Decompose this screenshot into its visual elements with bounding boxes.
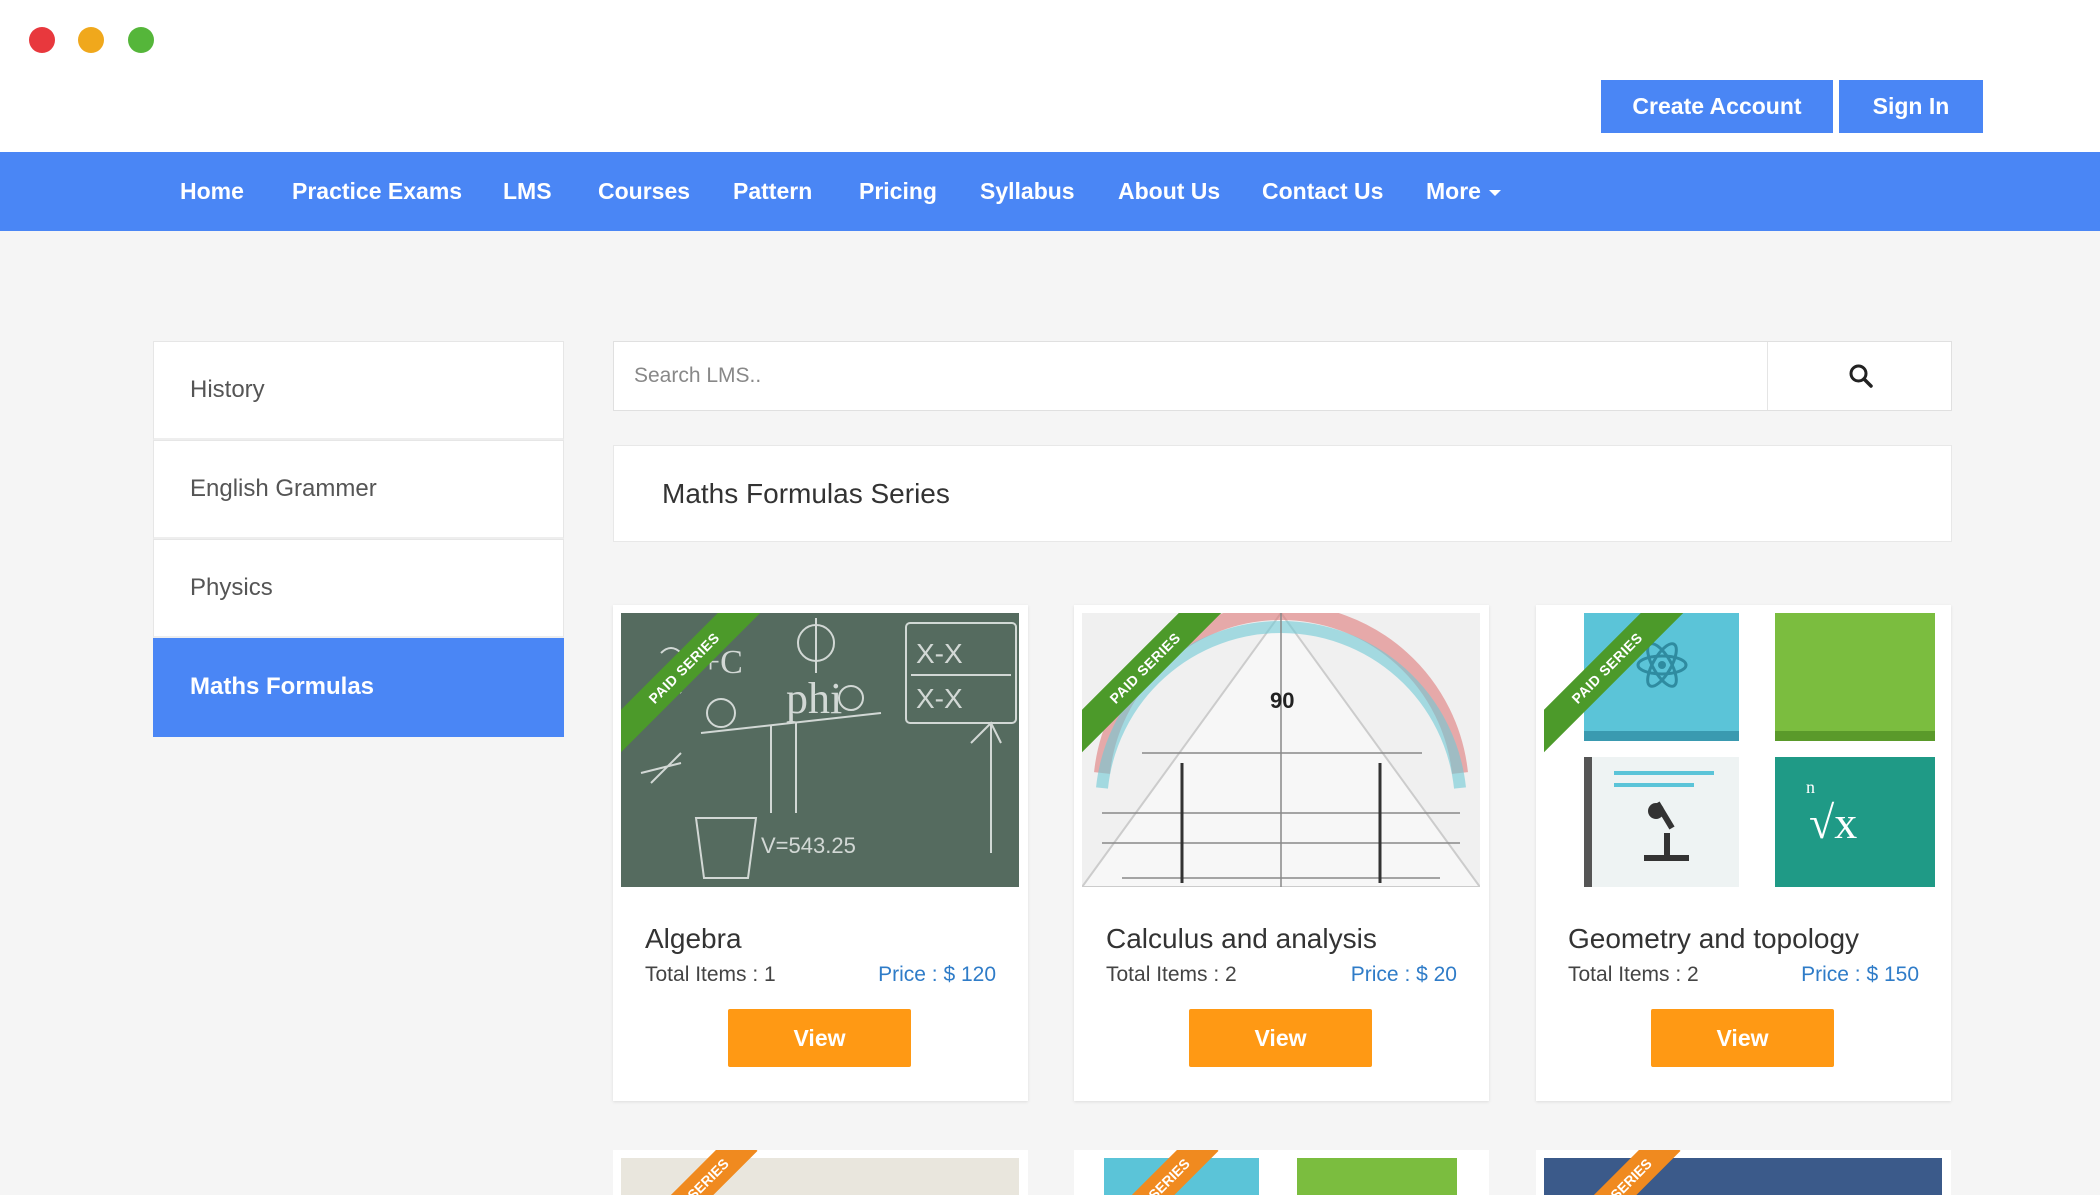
series-ribbon: SERIES: [1114, 1150, 1219, 1195]
svg-text:phi: phi: [786, 674, 842, 723]
nav-pattern[interactable]: Pattern: [733, 152, 812, 231]
card-total-items: Total Items : 2: [1106, 963, 1237, 986]
svg-text:V=543.25: V=543.25: [761, 833, 856, 858]
series-card-partial: SERIES: [613, 1150, 1028, 1195]
window-close-button[interactable]: [29, 27, 55, 53]
series-title-panel: Maths Formulas Series: [613, 445, 1952, 542]
sidebar-item-history[interactable]: History: [153, 341, 564, 440]
nav-contact-us[interactable]: Contact Us: [1262, 152, 1383, 231]
sidebar-item-maths-formulas[interactable]: Maths Formulas: [153, 638, 564, 737]
page-title: Maths Formulas Series: [662, 477, 950, 509]
svg-text:X-X: X-X: [916, 638, 963, 669]
nav-more-label: More: [1426, 178, 1481, 204]
search-bar: [613, 341, 1952, 411]
nav-syllabus[interactable]: Syllabus: [980, 152, 1075, 231]
window-maximize-button[interactable]: [128, 27, 154, 53]
view-button[interactable]: View: [728, 1009, 911, 1067]
card-price: Price : $ 20: [1350, 963, 1457, 986]
category-sidebar: History English Grammer Physics Maths Fo…: [153, 341, 564, 737]
svg-text:90: 90: [1270, 688, 1294, 713]
sidebar-item-english-grammer[interactable]: English Grammer: [153, 440, 564, 539]
paid-series-ribbon: PAID SERIES: [621, 613, 767, 755]
card-price: Price : $ 150: [1801, 963, 1919, 986]
card-image-protractor: 90 PAID SERIES: [1082, 613, 1480, 887]
series-card-geometry: √x n PAID SERIES Geometry and topology T…: [1536, 605, 1951, 1101]
top-bar: Create Account Sign In: [0, 0, 2100, 152]
svg-text:X-X: X-X: [916, 683, 963, 714]
card-title: Algebra: [645, 923, 742, 954]
series-ribbon: SERIES: [1576, 1150, 1681, 1195]
window-minimize-button[interactable]: [78, 27, 104, 53]
card-title: Calculus and analysis: [1106, 923, 1377, 954]
paid-series-ribbon: PAID SERIES: [1082, 613, 1228, 755]
sidebar-item-physics[interactable]: Physics: [153, 539, 564, 638]
card-image: [1297, 1158, 1457, 1195]
series-card-partial: SERIES: [1074, 1150, 1489, 1195]
series-card-algebra: +C phi X-X X-X V=543.25 PAID SERIES Alge…: [613, 605, 1028, 1101]
nav-lms[interactable]: LMS: [503, 152, 552, 231]
nav-pricing[interactable]: Pricing: [859, 152, 937, 231]
card-total-items: Total Items : 1: [645, 963, 776, 986]
nav-courses[interactable]: Courses: [598, 152, 690, 231]
svg-text:√x: √x: [1809, 797, 1857, 848]
nav-practice-exams[interactable]: Practice Exams: [292, 152, 462, 231]
search-button[interactable]: [1769, 342, 1952, 410]
nav-about-us[interactable]: About Us: [1118, 152, 1220, 231]
chevron-down-icon: [1488, 189, 1501, 196]
card-total-items: Total Items : 2: [1568, 963, 1699, 986]
search-input[interactable]: [614, 342, 1768, 410]
search-icon: [1849, 364, 1873, 388]
nav-more[interactable]: More: [1426, 152, 1501, 231]
card-image-chalkboard: +C phi X-X X-X V=543.25 PAID SERIES: [621, 613, 1019, 887]
view-button[interactable]: View: [1189, 1009, 1372, 1067]
sign-in-button[interactable]: Sign In: [1839, 80, 1983, 133]
card-image-books: √x n PAID SERIES: [1544, 613, 1942, 887]
series-card-calculus: 90 PAID SERIES Calculus and analysis Tot…: [1074, 605, 1489, 1101]
card-title: Geometry and topology: [1568, 923, 1860, 954]
view-button[interactable]: View: [1651, 1009, 1834, 1067]
main-navbar: Home Practice Exams LMS Courses Pattern …: [0, 152, 2100, 231]
create-account-button[interactable]: Create Account: [1601, 80, 1833, 133]
nav-home[interactable]: Home: [180, 152, 244, 231]
series-ribbon: SERIES: [653, 1150, 758, 1195]
card-price: Price : $ 120: [878, 963, 996, 986]
series-card-partial: SERIES: [1536, 1150, 1951, 1195]
svg-text:n: n: [1806, 777, 1815, 797]
paid-series-ribbon: PAID SERIES: [1544, 613, 1690, 755]
